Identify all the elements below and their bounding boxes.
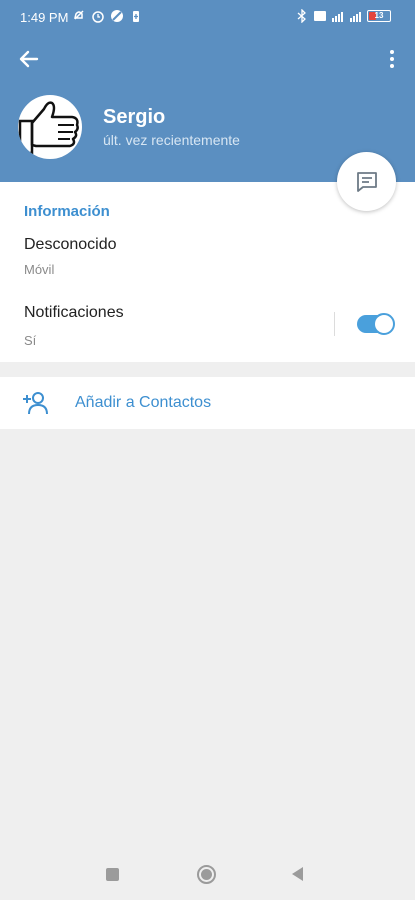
- battery-saver-icon: [133, 11, 139, 22]
- mute-icon: [74, 10, 84, 20]
- add-to-contacts-label: Añadir a Contactos: [75, 394, 212, 411]
- back-arrow-icon[interactable]: [16, 46, 44, 72]
- avatar[interactable]: [18, 95, 82, 159]
- section-title: Información: [24, 203, 110, 220]
- add-person-icon: [23, 392, 48, 415]
- notifications-toggle[interactable]: [357, 313, 395, 335]
- status-bar: 1:49 PM 13: [0, 0, 415, 34]
- phone-label: Móvil: [24, 262, 55, 277]
- phone-value[interactable]: Desconocido: [24, 236, 117, 254]
- thumbs-up-icon: [18, 101, 79, 155]
- toggle-knob: [373, 313, 395, 335]
- nav-back-button[interactable]: [292, 867, 303, 881]
- volte-icon: [314, 11, 326, 21]
- message-icon: [356, 171, 377, 192]
- status-time: 1:49 PM: [20, 10, 69, 25]
- vertical-divider: [334, 312, 335, 336]
- system-navigation-bar: [0, 850, 415, 900]
- signal-4g-icon: [350, 12, 361, 22]
- bluetooth-icon: [297, 9, 306, 23]
- profile-last-seen: últ. vez recientemente: [103, 132, 240, 148]
- profile-name: Sergio: [103, 106, 166, 128]
- battery-icon: 13: [367, 10, 391, 22]
- notifications-value: Sí: [24, 333, 37, 348]
- status-system-icons: 13: [295, 9, 391, 23]
- alarm-icon: [92, 11, 104, 23]
- recents-button[interactable]: [106, 868, 119, 881]
- send-message-button[interactable]: [337, 152, 396, 211]
- signal-icon: [332, 12, 343, 22]
- more-vertical-icon[interactable]: [385, 46, 399, 72]
- data-saver-icon: [111, 10, 123, 22]
- battery-level: 13: [374, 11, 384, 20]
- add-to-contacts-button[interactable]: Añadir a Contactos: [0, 377, 415, 429]
- home-button[interactable]: [197, 865, 216, 884]
- info-section: Información Desconocido Móvil Notificaci…: [0, 182, 415, 362]
- notifications-title[interactable]: Notificaciones: [24, 304, 124, 322]
- status-notification-icons: [72, 9, 143, 23]
